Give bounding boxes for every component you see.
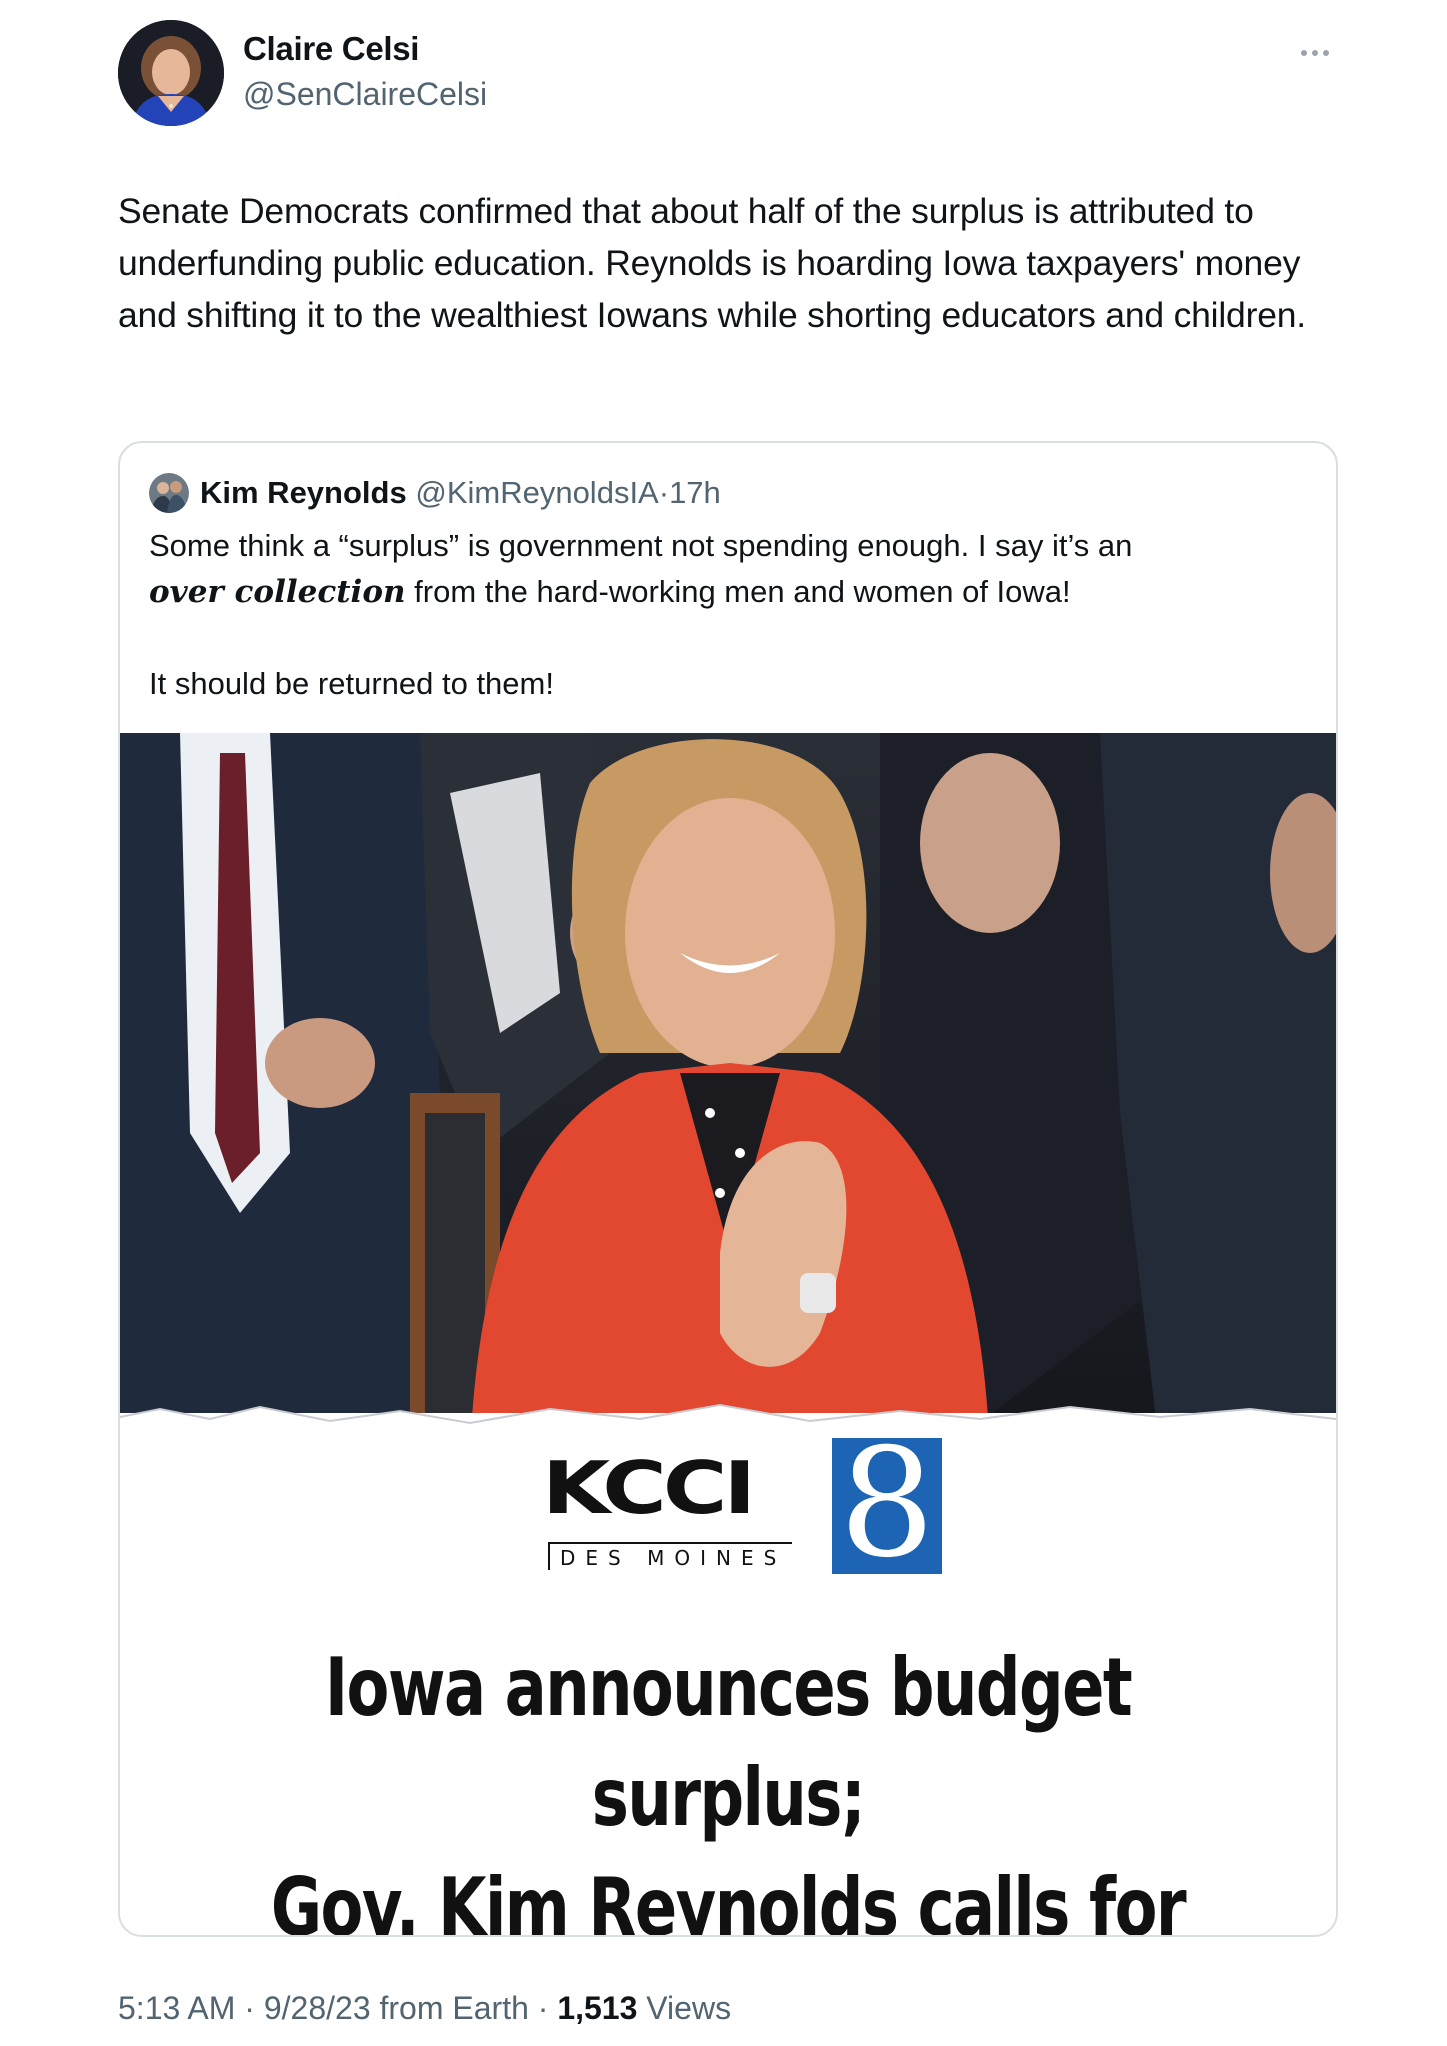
- tweet-meta: 5:13 AM · 9/28/23 from Earth · 1,513 Vie…: [118, 1990, 732, 2026]
- kcci-logo: KCCI DES MOINES 8: [542, 1424, 942, 1588]
- tweet-source: from Earth: [379, 1990, 529, 2026]
- quoted-author-name[interactable]: Kim Reynolds: [200, 475, 407, 510]
- quoted-tweet-card[interactable]: Kim Reynolds @KimReynoldsIA·17h Some thi…: [118, 441, 1338, 1937]
- channel-number: 8: [839, 1417, 935, 1591]
- news-headline: Iowa announces budget surplus; Gov. Kim …: [120, 1633, 1336, 1935]
- quoted-author-handle[interactable]: @KimReynoldsIA: [415, 475, 658, 510]
- quoted-text-fragment: from the hard-working men and women of I…: [405, 574, 1071, 609]
- tweet-text: Senate Democrats confirmed that about ha…: [118, 191, 1306, 335]
- tweet-date[interactable]: 9/28/23: [264, 1990, 371, 2026]
- headline-line: Iowa announces budget surplus;: [324, 1641, 1133, 1844]
- quoted-author-avatar[interactable]: [149, 473, 189, 513]
- author-name[interactable]: Claire Celsi: [243, 30, 419, 68]
- more-dot-icon: [1301, 50, 1307, 56]
- views-label: Views: [646, 1990, 732, 2026]
- quoted-media[interactable]: KCCI DES MOINES 8 Iowa announces budget …: [120, 733, 1336, 1935]
- tweet-time[interactable]: 5:13 AM: [118, 1990, 235, 2026]
- kcci-logo-city: DES MOINES: [548, 1542, 793, 1570]
- headline-line: Gov. Kim Reynolds calls for tax cuts: [270, 1861, 1187, 1935]
- news-banner: KCCI DES MOINES 8 Iowa announces budget …: [120, 1403, 1336, 1935]
- more-options-button[interactable]: [1290, 38, 1340, 68]
- more-dot-icon: [1323, 50, 1329, 56]
- author-handle[interactable]: @SenClaireCelsi: [243, 76, 487, 113]
- quoted-header: Kim Reynolds @KimReynoldsIA·17h: [200, 473, 721, 513]
- news-photo: [120, 733, 1336, 1453]
- quoted-text-line: over collection from the hard-working me…: [149, 569, 1309, 615]
- quoted-time[interactable]: 17h: [669, 475, 721, 510]
- views-count: 1,513: [557, 1990, 638, 2026]
- tweet: Claire Celsi @SenClaireCelsi Senate Demo…: [0, 0, 1447, 2046]
- author-avatar[interactable]: [118, 20, 224, 126]
- quoted-text: Some think a “surplus” is government not…: [149, 523, 1309, 707]
- quoted-text-line: Some think a “surplus” is government not…: [149, 528, 1133, 563]
- more-dot-icon: [1312, 50, 1318, 56]
- quoted-text-emphasis: over collection: [149, 574, 406, 610]
- quoted-text-line: It should be returned to them!: [149, 666, 554, 701]
- torn-edge-divider: [120, 1403, 1336, 1435]
- quoted-separator: ·: [658, 475, 670, 510]
- kcci-logo-text: KCCI: [542, 1446, 756, 1531]
- channel-badge: 8: [832, 1424, 942, 1584]
